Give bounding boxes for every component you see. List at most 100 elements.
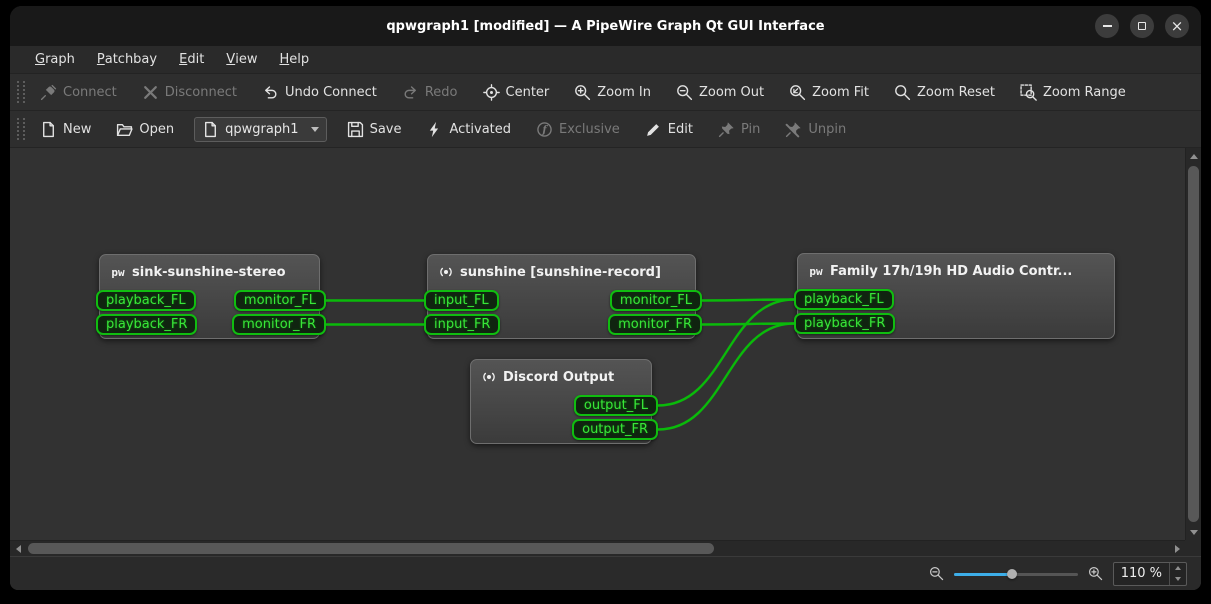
scroll-left-button[interactable] [10, 541, 26, 556]
toolbar-button-zoom-fit[interactable]: Zoom Fit [781, 79, 877, 106]
record-icon [438, 264, 454, 280]
toolbar-button-zoom-out[interactable]: Zoom Out [668, 79, 772, 106]
vscroll-handle[interactable] [1188, 166, 1199, 522]
toolbar-button-label: Disconnect [165, 85, 237, 100]
minimize-button[interactable] [1095, 14, 1119, 38]
port-row: input_FLmonitor_FL [428, 290, 695, 314]
arrow-left-icon [16, 545, 21, 553]
toolbar-button-disconnect[interactable]: Disconnect [134, 79, 245, 106]
save-icon [347, 121, 364, 138]
toolbar-button-label: Pin [741, 122, 760, 137]
port-playback_FL[interactable]: playback_FL [96, 290, 196, 311]
zoom-out-icon[interactable] [929, 566, 944, 581]
zoom-range-icon [1020, 84, 1037, 101]
toolbar-button-activated[interactable]: Activated [418, 116, 519, 143]
toolbar-button-undo-connect[interactable]: Undo Connect [254, 79, 385, 106]
port-monitor_FL[interactable]: monitor_FL [610, 290, 702, 311]
zoom-fit-icon [789, 84, 806, 101]
menu-graph[interactable]: Graph [24, 46, 86, 73]
port-row: output_FR [471, 419, 651, 443]
zoom-slider[interactable] [954, 566, 1078, 582]
arrow-up-icon [1175, 566, 1181, 570]
zoom-reset-icon [894, 84, 911, 101]
port-monitor_FR[interactable]: monitor_FR [232, 314, 326, 335]
arrow-down-icon [1175, 577, 1181, 581]
port-input_FL[interactable]: input_FL [424, 290, 499, 311]
graph-node-family[interactable]: Family 17h/19h HD Audio Contr...playback… [797, 253, 1115, 339]
toolbar-button-save[interactable]: Save [339, 116, 410, 143]
toolbar-file: New Open qpwgraph1 Save Activated Exclusive Ed… [10, 111, 1201, 148]
node-title: sink-sunshine-stereo [132, 265, 286, 280]
statusbar: 110 % [10, 556, 1201, 590]
zoom-spinbox[interactable]: 110 % [1113, 562, 1187, 586]
connection-sunshine-monitor_FR-to-family-playback_FR[interactable] [702, 324, 794, 325]
vertical-scrollbar[interactable] [1185, 148, 1201, 540]
port-playback_FL[interactable]: playback_FL [794, 289, 894, 310]
port-output_FR[interactable]: output_FR [572, 419, 658, 440]
undo-icon [262, 84, 279, 101]
graph-node-sink[interactable]: sink-sunshine-stereoplayback_FLmonitor_F… [99, 254, 320, 339]
port-playback_FR[interactable]: playback_FR [96, 314, 197, 335]
zoom-slider-handle[interactable] [1007, 569, 1017, 579]
scrollbar-corner [1185, 540, 1201, 556]
patchbay-profile-combo[interactable]: qpwgraph1 [194, 117, 326, 142]
scroll-up-button[interactable] [1186, 148, 1201, 164]
node-title: sunshine [sunshine-record] [460, 265, 661, 280]
port-monitor_FR[interactable]: monitor_FR [608, 314, 702, 335]
record-icon [481, 369, 497, 385]
zoom-in-icon[interactable] [1088, 566, 1103, 581]
graph-canvas[interactable]: sink-sunshine-stereo playback_FL monitor_F… [10, 148, 1185, 540]
close-button[interactable]: × [1165, 14, 1189, 38]
toolbar-main: Connect Disconnect Undo Connect Redo Center Z… [10, 74, 1201, 111]
titlebar[interactable]: qpwgraph1 [modified] — A PipeWire Graph … [10, 6, 1201, 46]
toolbar-button-redo[interactable]: Redo [394, 79, 466, 106]
toolbar-grip[interactable] [17, 118, 25, 140]
pipewire-icon [808, 263, 824, 279]
toolbar-button-open[interactable]: Open [108, 116, 182, 143]
horizontal-scrollbar[interactable] [10, 540, 1185, 556]
vscroll-track[interactable] [1186, 164, 1201, 524]
zoom-value: 110 % [1114, 563, 1169, 585]
toolbar-button-zoom-in[interactable]: Zoom In [566, 79, 659, 106]
menu-patchbay[interactable]: Patchbay [86, 46, 168, 73]
port-output_FL[interactable]: output_FL [574, 395, 658, 416]
menu-help[interactable]: Help [268, 46, 320, 73]
menu-edit[interactable]: Edit [168, 46, 215, 73]
toolbar-button-new[interactable]: New [32, 116, 99, 143]
port-input_FR[interactable]: input_FR [424, 314, 500, 335]
port-row: playback_FL [798, 289, 1114, 313]
toolbar-button-pin[interactable]: Pin [710, 116, 768, 143]
open-folder-icon [116, 121, 133, 138]
port-monitor_FL[interactable]: monitor_FL [234, 290, 326, 311]
connection-sunshine-monitor_FL-to-family-playback_FL[interactable] [702, 300, 794, 301]
toolbar-button-connect[interactable]: Connect [32, 79, 125, 106]
hscroll-track[interactable] [26, 541, 1169, 556]
toolbar-button-label: Zoom Fit [812, 85, 869, 100]
pipewire-icon [110, 264, 126, 280]
toolbar-button-label: Unpin [808, 122, 846, 137]
scroll-right-button[interactable] [1169, 541, 1185, 556]
hscroll-handle[interactable] [28, 543, 714, 554]
connection-discord-output_FR-to-family-playback_FR[interactable] [658, 324, 794, 430]
toolbar-button-exclusive[interactable]: Exclusive [528, 116, 628, 143]
minimize-icon [1103, 25, 1112, 27]
maximize-button[interactable] [1130, 14, 1154, 38]
toolbar-button-label: Edit [668, 122, 693, 137]
graph-node-discord[interactable]: Discord Outputoutput_FLoutput_FR [470, 359, 652, 444]
toolbar-button-zoom-reset[interactable]: Zoom Reset [886, 79, 1003, 106]
toolbar-button-edit[interactable]: Edit [637, 116, 701, 143]
graph-node-sunshine[interactable]: sunshine [sunshine-record] input_FLmonito… [427, 254, 696, 339]
spin-down-button[interactable] [1170, 574, 1186, 585]
chevron-down-icon [311, 127, 319, 132]
port-playback_FR[interactable]: playback_FR [794, 313, 895, 334]
menu-view[interactable]: View [215, 46, 268, 73]
node-title: Discord Output [503, 370, 614, 385]
toolbar-button-center[interactable]: Center [475, 79, 558, 106]
toolbar-button-label: Connect [63, 85, 117, 100]
scroll-down-button[interactable] [1186, 524, 1201, 540]
spin-up-button[interactable] [1170, 563, 1186, 574]
toolbar-grip[interactable] [17, 81, 25, 103]
toolbar-button-unpin[interactable]: Unpin [777, 116, 854, 143]
toolbar-button-label: Zoom Out [699, 85, 764, 100]
toolbar-button-zoom-range[interactable]: Zoom Range [1012, 79, 1134, 106]
